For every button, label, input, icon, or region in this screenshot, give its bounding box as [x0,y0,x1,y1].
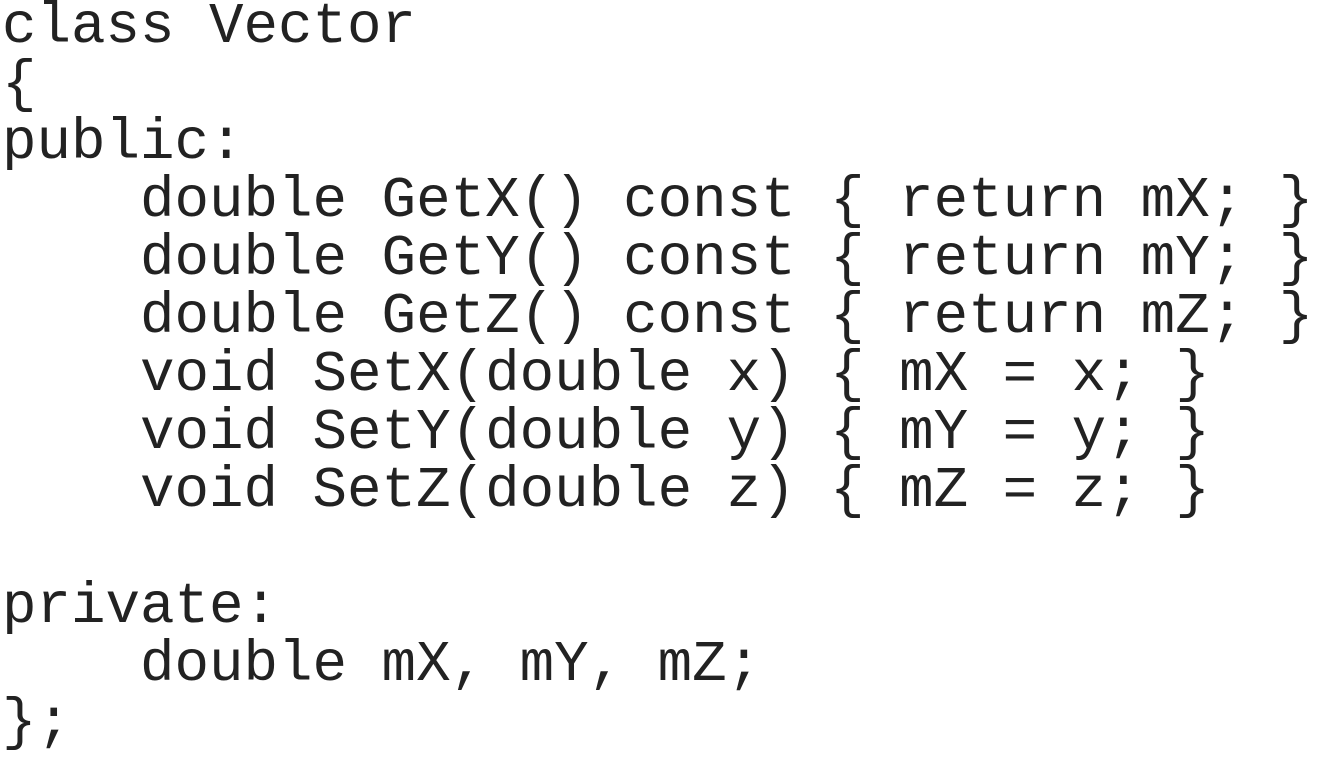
code-line-class-declaration: class Vector [2,0,417,60]
code-line-close-brace: }; [2,691,72,756]
code-line-setx: void SetX(double x) { mX = x; } [2,343,1210,408]
code-line-getx: double GetX() const { return mX; } [2,169,1314,234]
code-line-private-label: private: [2,575,279,640]
code-line-open-brace: { [2,53,37,118]
code-line-sety: void SetY(double y) { mY = y; } [2,401,1210,466]
code-line-member-fields: double mX, mY, mZ; [2,633,762,698]
code-line-getz: double GetZ() const { return mZ; } [2,285,1314,350]
code-line-public-label: public: [2,111,244,176]
code-line-gety: double GetY() const { return mY; } [2,227,1314,292]
code-listing: class Vector{public: double GetX() const… [2,0,1313,753]
code-line-setz: void SetZ(double z) { mZ = z; } [2,459,1210,524]
